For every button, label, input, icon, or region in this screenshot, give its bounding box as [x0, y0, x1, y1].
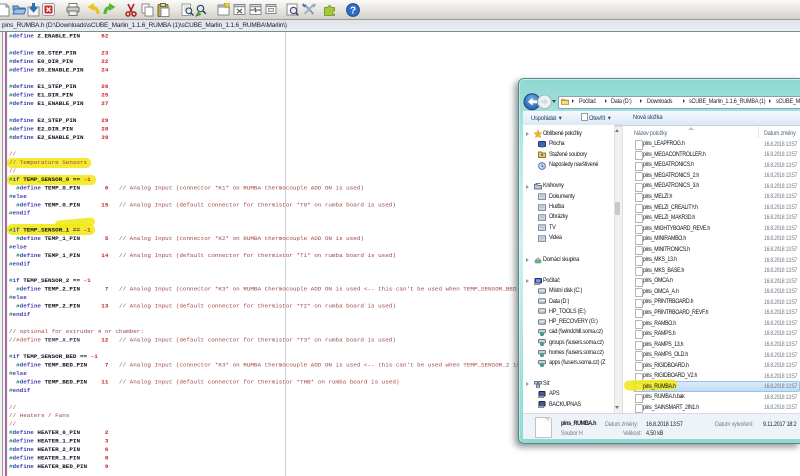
svg-text:?: ? [349, 6, 355, 17]
